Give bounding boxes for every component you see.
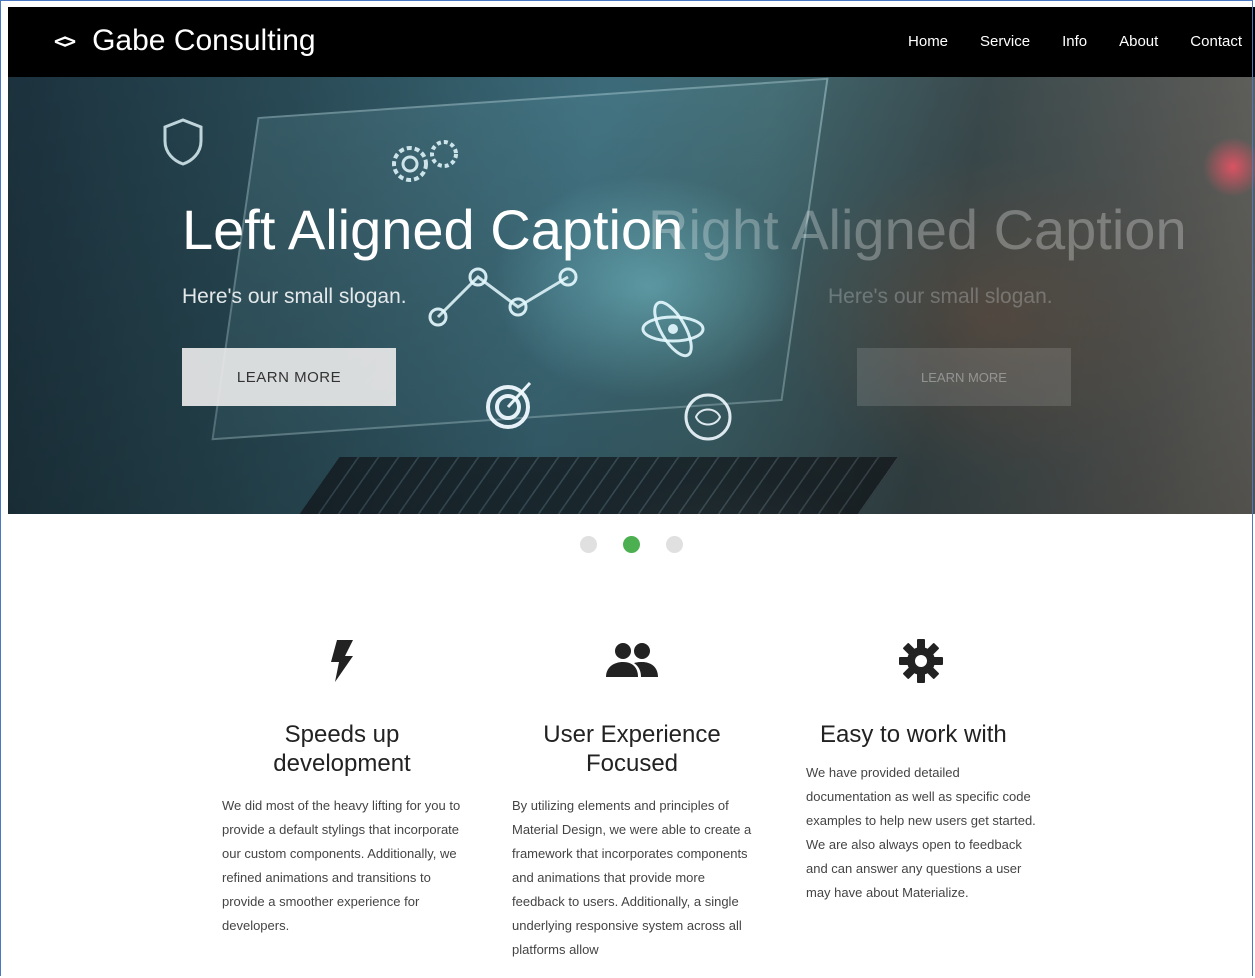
group-icon (512, 636, 752, 686)
caption-slogan: Here's our small slogan. (182, 285, 407, 308)
navbar: <> Gabe Consulting Home Service Info Abo… (8, 7, 1255, 77)
brain-icon (684, 393, 732, 441)
feature-title: Speeds up development (222, 720, 462, 778)
slide-indicator-1[interactable] (580, 536, 597, 553)
nav-links: Home Service Info About Contact (892, 7, 1255, 77)
hero-slider[interactable]: Right Aligned Caption Here's our small s… (8, 77, 1255, 514)
feature-title-line: development (273, 750, 411, 777)
flash-icon (222, 636, 462, 686)
feature-ux: User Experience Focused By utilizing ele… (512, 636, 752, 962)
feature-title: User Experience Focused (512, 720, 752, 778)
nav-link-info[interactable]: Info (1046, 7, 1103, 77)
nav-link-service[interactable]: Service (964, 7, 1046, 77)
next-slide-title: Right Aligned Caption (648, 198, 1187, 261)
slider-indicators (580, 536, 683, 553)
target-icon (486, 381, 532, 429)
shield-icon (163, 118, 203, 166)
next-slide-learn-more-button: LEARN MORE (857, 348, 1071, 406)
gear-icon (806, 636, 1046, 686)
feature-description: We did most of the heavy lifting for you… (222, 798, 461, 933)
code-icon: <> (54, 29, 76, 53)
gears-icon (392, 140, 458, 182)
slide-caption: Left Aligned Caption Here's our small sl… (182, 199, 683, 309)
brand-logo-link[interactable]: <> Gabe Consulting (54, 21, 316, 61)
nav-link-about[interactable]: About (1103, 7, 1174, 77)
feature-description: We have provided detailed documentation … (806, 765, 1036, 900)
caption-title: Left Aligned Caption (182, 198, 684, 261)
feature-title-line: Speeds up (284, 721, 400, 748)
nav-link-contact[interactable]: Contact (1174, 7, 1255, 77)
slide-indicator-2[interactable] (623, 536, 640, 553)
learn-more-button[interactable]: LEARN MORE (182, 348, 396, 406)
next-slide-slogan: Here's our small slogan. (828, 285, 1053, 308)
feature-title-line: User Experience (543, 721, 721, 748)
feature-title-line: Focused (585, 750, 679, 777)
next-slide-caption: Right Aligned Caption Here's our small s… (648, 199, 1187, 309)
brand-title: Gabe Consulting (92, 24, 316, 57)
nav-link-home[interactable]: Home (892, 7, 964, 77)
feature-easy: Easy to work with We have provided detai… (806, 636, 1046, 905)
slide-indicator-3[interactable] (666, 536, 683, 553)
feature-description: By utilizing elements and principles of … (512, 798, 752, 957)
feature-speed: Speeds up development We did most of the… (222, 636, 462, 938)
feature-title: Easy to work with (820, 721, 1007, 748)
